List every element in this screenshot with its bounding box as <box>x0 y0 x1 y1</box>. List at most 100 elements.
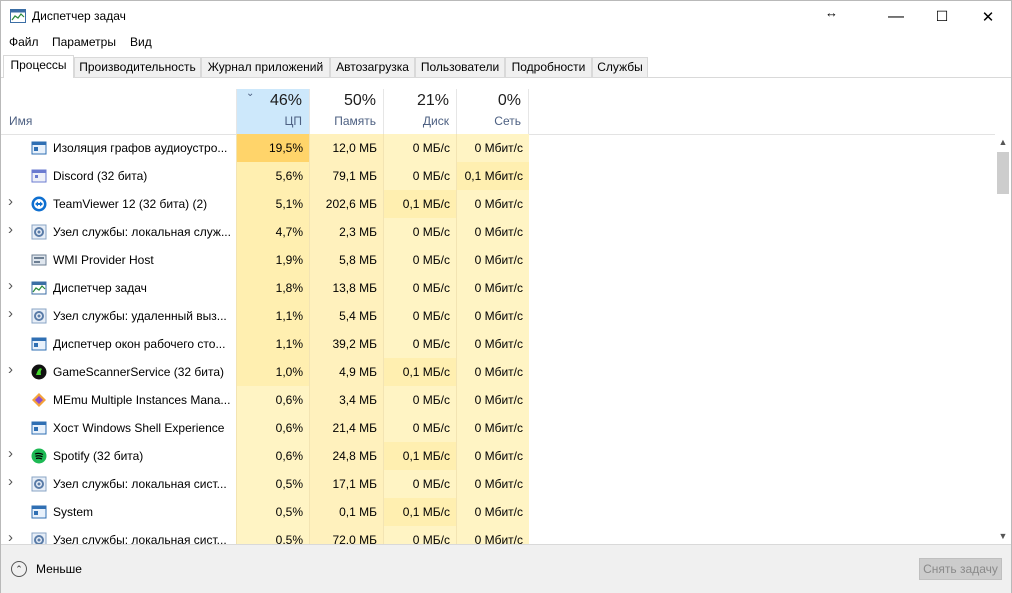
window-icon <box>31 141 47 155</box>
fewer-details-link[interactable]: Меньше <box>36 562 82 576</box>
disk-cell: 0,1 МБ/с <box>383 442 456 470</box>
disk-cell: 0,1 МБ/с <box>383 498 456 526</box>
memory-cell: 2,3 МБ <box>309 218 383 246</box>
gear-icon <box>31 224 47 240</box>
scrollbar-thumb[interactable] <box>997 152 1009 194</box>
expand-chevron-icon[interactable]: › <box>8 277 13 294</box>
network-cell: 0 Мбит/с <box>456 526 529 544</box>
cpu-cell: 0,6% <box>236 442 309 470</box>
process-name: System <box>53 505 94 519</box>
cpu-label: ЦП <box>284 114 302 128</box>
tab-users[interactable]: Пользователи <box>415 57 505 77</box>
table-row[interactable]: › Узел службы: локальная служ... 4,7% 2,3 М… <box>1 218 995 246</box>
memory-cell: 12,0 МБ <box>309 134 383 162</box>
process-name: Хост Windows Shell Experience <box>53 421 225 435</box>
tab-performance[interactable]: Производительность <box>74 57 201 77</box>
table-row[interactable]: › TeamViewer 12 (32 бита) (2) 5,1% 202,6 МБ… <box>1 190 995 218</box>
table-row[interactable]: › Узел службы: удаленный выз... 1,1% 5,4 МБ… <box>1 302 995 330</box>
table-row[interactable]: › Узел службы: локальная сист... 0,5% 72,0 … <box>1 526 995 544</box>
table-row[interactable]: › Spotify (32 бита) 0,6% 24,8 МБ 0,1 МБ/с 0 М… <box>1 442 995 470</box>
scroll-up-icon[interactable]: ▲ <box>995 134 1011 150</box>
table-row[interactable]: Диспетчер окон рабочего сто... 1,1% 39,2 М… <box>1 330 995 358</box>
expand-chevron-icon[interactable]: › <box>8 529 13 544</box>
process-name: Spotify (32 бита) <box>53 449 144 463</box>
menu-options[interactable]: Параметры <box>52 35 116 49</box>
tab-startup[interactable]: Автозагрузка <box>330 57 415 77</box>
network-cell: 0 Мбит/с <box>456 470 529 498</box>
memory-cell: 3,4 МБ <box>309 386 383 414</box>
expand-chevron-icon[interactable]: › <box>8 445 13 462</box>
process-name: Диспетчер задач <box>53 281 147 295</box>
table-row[interactable]: Discord (32 бита) 5,6% 79,1 МБ 0 МБ/с 0,1 Мб… <box>1 162 995 190</box>
network-label: Сеть <box>494 114 521 128</box>
resize-cursor-icon: ↔ <box>825 5 838 20</box>
process-list: Изоляция графов аудиоустро... 19,5% 12,0 М… <box>1 134 995 544</box>
process-name: MEmu Multiple Instances Mana... <box>53 393 231 407</box>
table-row[interactable]: › GameScannerService (32 бита) 1,0% 4,9 МБ 0… <box>1 358 995 386</box>
disk-cell: 0 МБ/с <box>383 218 456 246</box>
sort-descending-icon: ⌄ <box>246 88 255 99</box>
cpu-total: 46% <box>269 92 302 109</box>
column-memory-header[interactable]: 50% Память <box>309 89 383 134</box>
tab-details[interactable]: Подробности <box>505 57 592 77</box>
memory-cell: 21,4 МБ <box>309 414 383 442</box>
column-header: Имя ⌄ 46% ЦП 50% Память 21% Диск 0% Сеть <box>1 88 1011 135</box>
table-row[interactable]: WMI Provider Host 1,9% 5,8 МБ 0 МБ/с 0 Мбит/… <box>1 246 995 274</box>
process-name: GameScannerService (32 бита) <box>53 365 225 379</box>
disk-cell: 0,1 МБ/с <box>383 358 456 386</box>
expand-chevron-icon[interactable]: › <box>8 473 13 490</box>
network-cell: 0 Мбит/с <box>456 190 529 218</box>
minimize-button[interactable]: — <box>873 1 919 32</box>
memory-cell: 24,8 МБ <box>309 442 383 470</box>
disk-total: 21% <box>416 92 449 109</box>
end-task-button[interactable]: Снять задачу <box>919 558 1002 580</box>
table-row[interactable]: Хост Windows Shell Experience 0,6% 21,4 МБ… <box>1 414 995 442</box>
memory-cell: 202,6 МБ <box>309 190 383 218</box>
expand-chevron-icon[interactable]: › <box>8 305 13 322</box>
maximize-button[interactable]: ☐ <box>919 1 965 32</box>
cpu-cell: 0,5% <box>236 470 309 498</box>
memory-cell: 5,8 МБ <box>309 246 383 274</box>
disk-cell: 0 МБ/с <box>383 330 456 358</box>
column-name-header[interactable]: Имя <box>9 114 32 128</box>
title-bar: Диспетчер задач ↔ — ☐ ✕ <box>1 1 1011 32</box>
table-row[interactable]: › Узел службы: локальная сист... 0,5% 17,1 … <box>1 470 995 498</box>
window-icon <box>31 337 47 351</box>
cpu-cell: 5,6% <box>236 162 309 190</box>
column-cpu-header[interactable]: ⌄ 46% ЦП <box>236 88 309 134</box>
menu-bar: Файл Параметры Вид <box>1 32 1011 54</box>
expand-chevron-icon[interactable]: › <box>8 193 13 210</box>
tab-services[interactable]: Службы <box>592 57 648 77</box>
table-row[interactable]: › Диспетчер задач 1,8% 13,8 МБ 0 МБ/с 0 Мбит/… <box>1 274 995 302</box>
cpu-cell: 1,1% <box>236 302 309 330</box>
chevron-up-icon[interactable]: ⌃ <box>11 561 27 577</box>
wmi-icon <box>31 254 47 266</box>
process-name: Узел службы: локальная сист... <box>53 533 227 544</box>
cpu-cell: 1,8% <box>236 274 309 302</box>
network-cell: 0 Мбит/с <box>456 414 529 442</box>
disk-cell: 0 МБ/с <box>383 274 456 302</box>
menu-file[interactable]: Файл <box>9 35 39 49</box>
table-row[interactable]: Изоляция графов аудиоустро... 19,5% 12,0 М… <box>1 134 995 162</box>
cpu-cell: 1,1% <box>236 330 309 358</box>
network-cell: 0 Мбит/с <box>456 246 529 274</box>
scroll-down-icon[interactable]: ▼ <box>995 528 1011 544</box>
tab-processes[interactable]: Процессы <box>3 55 74 78</box>
expand-chevron-icon[interactable]: › <box>8 361 13 378</box>
expand-chevron-icon[interactable]: › <box>8 221 13 238</box>
table-row[interactable]: System 0,5% 0,1 МБ 0,1 МБ/с 0 Мбит/с <box>1 498 995 526</box>
cpu-cell: 19,5% <box>236 134 309 162</box>
column-disk-header[interactable]: 21% Диск <box>383 89 456 134</box>
network-cell: 0 Мбит/с <box>456 218 529 246</box>
menu-view[interactable]: Вид <box>130 35 152 49</box>
column-network-header[interactable]: 0% Сеть <box>456 89 529 134</box>
tab-strip: Процессы Производительность Журнал прило… <box>1 55 1011 78</box>
close-button[interactable]: ✕ <box>965 1 1011 32</box>
task-manager-icon <box>31 281 47 295</box>
disk-cell: 0 МБ/с <box>383 302 456 330</box>
spotify-icon <box>31 448 47 464</box>
discord-icon <box>31 169 47 183</box>
tab-app-history[interactable]: Журнал приложений <box>201 57 330 77</box>
vertical-scrollbar[interactable]: ▲ ▼ <box>995 134 1011 544</box>
table-row[interactable]: MEmu Multiple Instances Mana... 0,6% 3,4 М… <box>1 386 995 414</box>
